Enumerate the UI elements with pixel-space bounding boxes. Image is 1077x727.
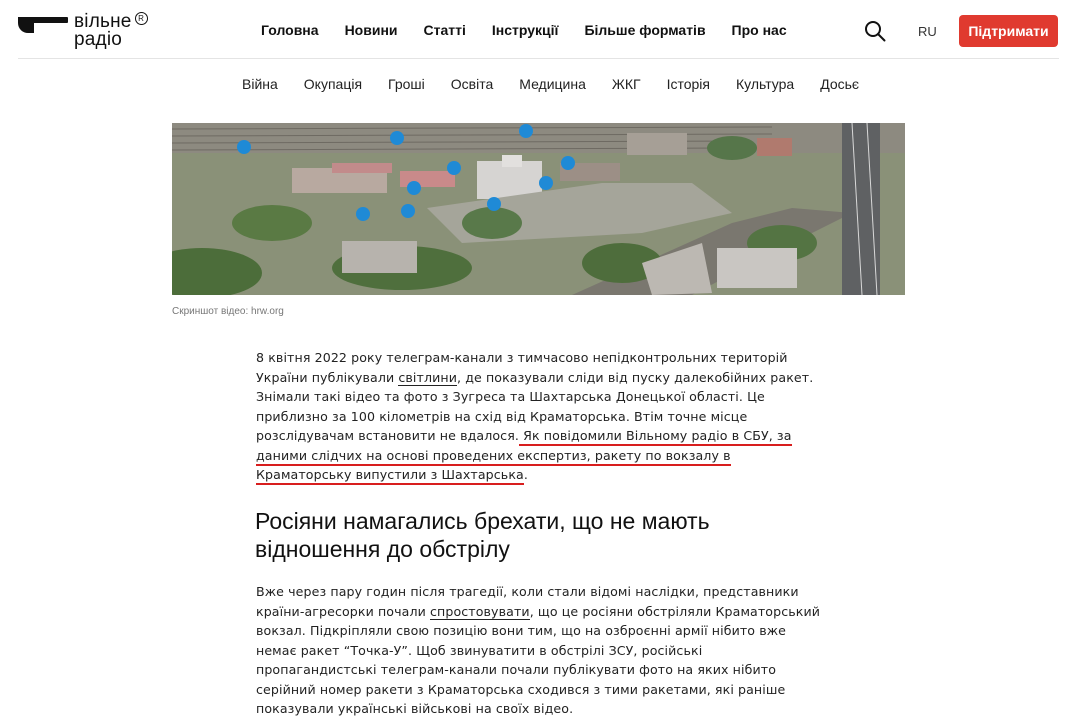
header-divider (18, 58, 1059, 59)
main-nav: Головна Новини Статті Інструкції Більше … (261, 22, 813, 38)
nav-item-articles[interactable]: Статті (424, 22, 466, 38)
article-image (172, 123, 905, 295)
nav-item-about[interactable]: Про нас (732, 22, 787, 38)
site-logo[interactable]: вільне радіо R (18, 11, 148, 50)
language-switch[interactable]: RU (918, 24, 937, 39)
p2-link-denial[interactable]: спростовувати (430, 603, 530, 620)
category-dossier[interactable]: Досьє (820, 76, 859, 92)
p1-text-3: . (523, 467, 528, 482)
p1-link-photos[interactable]: світлини (398, 369, 457, 386)
nav-item-more-formats[interactable]: Більше форматів (584, 22, 705, 38)
satellite-map-image (172, 123, 905, 295)
nav-item-home[interactable]: Головна (261, 22, 319, 38)
category-history[interactable]: Історія (667, 76, 710, 92)
category-education[interactable]: Освіта (451, 76, 493, 92)
registered-mark-icon: R (134, 12, 148, 25)
nav-item-instructions[interactable]: Інструкції (492, 22, 559, 38)
nav-item-news[interactable]: Новини (345, 22, 398, 38)
article-paragraph-1: 8 квітня 2022 року телеграм-канали з тим… (256, 348, 821, 485)
image-caption: Скриншот відео: hrw.org (172, 306, 284, 317)
article-paragraph-2: Вже через пару годин після трагедії, кол… (256, 582, 821, 719)
category-housing[interactable]: ЖКГ (612, 76, 641, 92)
logo-text: вільне радіо (74, 11, 132, 50)
category-nav: Війна Окупація Гроші Освіта Медицина ЖКГ… (242, 76, 885, 92)
p2-text-2: , що це росіяни обстріляли Краматорський… (256, 603, 821, 717)
support-button[interactable]: Підтримати (959, 15, 1058, 47)
category-occupation[interactable]: Окупація (304, 76, 362, 92)
search-icon[interactable] (864, 20, 886, 42)
category-war[interactable]: Війна (242, 76, 278, 92)
section-heading: Росіяни намагались брехати, що не мають … (255, 508, 710, 562)
category-medicine[interactable]: Медицина (519, 76, 586, 92)
category-culture[interactable]: Культура (736, 76, 794, 92)
site-header: вільне радіо R Головна Новини Статті Інс… (0, 0, 1077, 60)
logo-mark-icon (18, 17, 68, 39)
category-money[interactable]: Гроші (388, 76, 425, 92)
